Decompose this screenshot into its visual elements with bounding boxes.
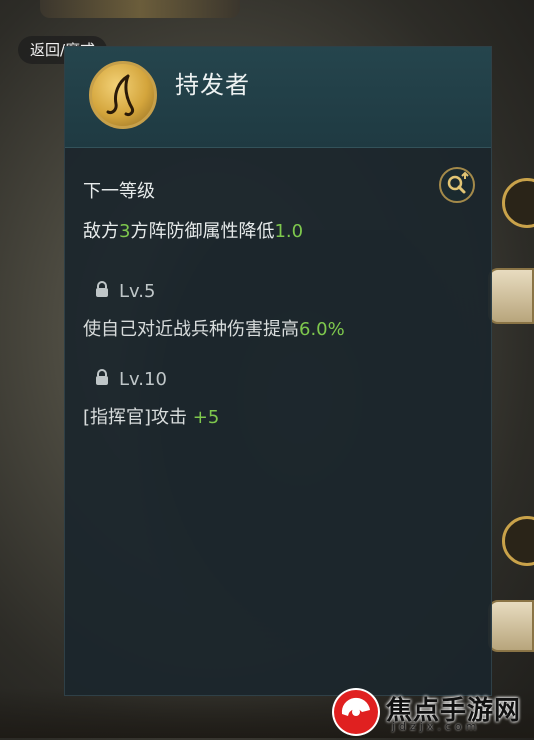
magnifier-icon [447, 171, 469, 194]
right-side-tab [488, 600, 534, 652]
watermark-logo-icon [332, 688, 380, 736]
background-top-banner [40, 0, 240, 18]
level-label: Lv.5 [119, 281, 156, 302]
level-10-row: Lv.10 [95, 369, 167, 390]
level-label: Lv.10 [119, 369, 167, 390]
level-desc-value: 6.0% [299, 319, 345, 340]
effect-middle: 方阵防御属性降低 [130, 221, 275, 242]
level-5-desc: 使自己对近战兵种伤害提高6.0% [83, 315, 345, 341]
skill-emblem-icon [89, 61, 157, 129]
lock-icon [95, 281, 109, 302]
next-level-heading: 下一等级 [83, 181, 155, 202]
effect-count: 3 [119, 221, 131, 242]
magnify-upgrade-button[interactable] [439, 167, 475, 203]
next-level-effect: 敌方3方阵防御属性降低1.0 [83, 217, 303, 243]
skill-title: 持发者 [175, 71, 250, 99]
level-10-desc: [指挥官]攻击 +5 [83, 403, 219, 429]
level-desc-text: [指挥官]攻击 [83, 407, 193, 428]
site-watermark: 焦点手游网 jdzjx.com [332, 688, 528, 736]
right-side-ring-icon [502, 178, 534, 228]
effect-value: 1.0 [274, 221, 304, 242]
right-side-ring-icon [502, 516, 534, 566]
level-5-row: Lv.5 [95, 281, 155, 302]
lock-icon [95, 369, 109, 390]
skill-detail-panel: 持发者 下一等级 敌方3方阵防御属性降低1.0 Lv.5 使自己对近战兵种伤害提… [64, 46, 492, 696]
level-desc-value: +5 [192, 407, 220, 428]
effect-prefix: 敌方 [83, 221, 119, 242]
panel-header: 持发者 [65, 47, 491, 148]
level-desc-text: 使自己对近战兵种伤害提高 [83, 319, 299, 340]
right-side-tab [488, 268, 534, 324]
watermark-subtext: jdzjx.com [392, 720, 481, 733]
